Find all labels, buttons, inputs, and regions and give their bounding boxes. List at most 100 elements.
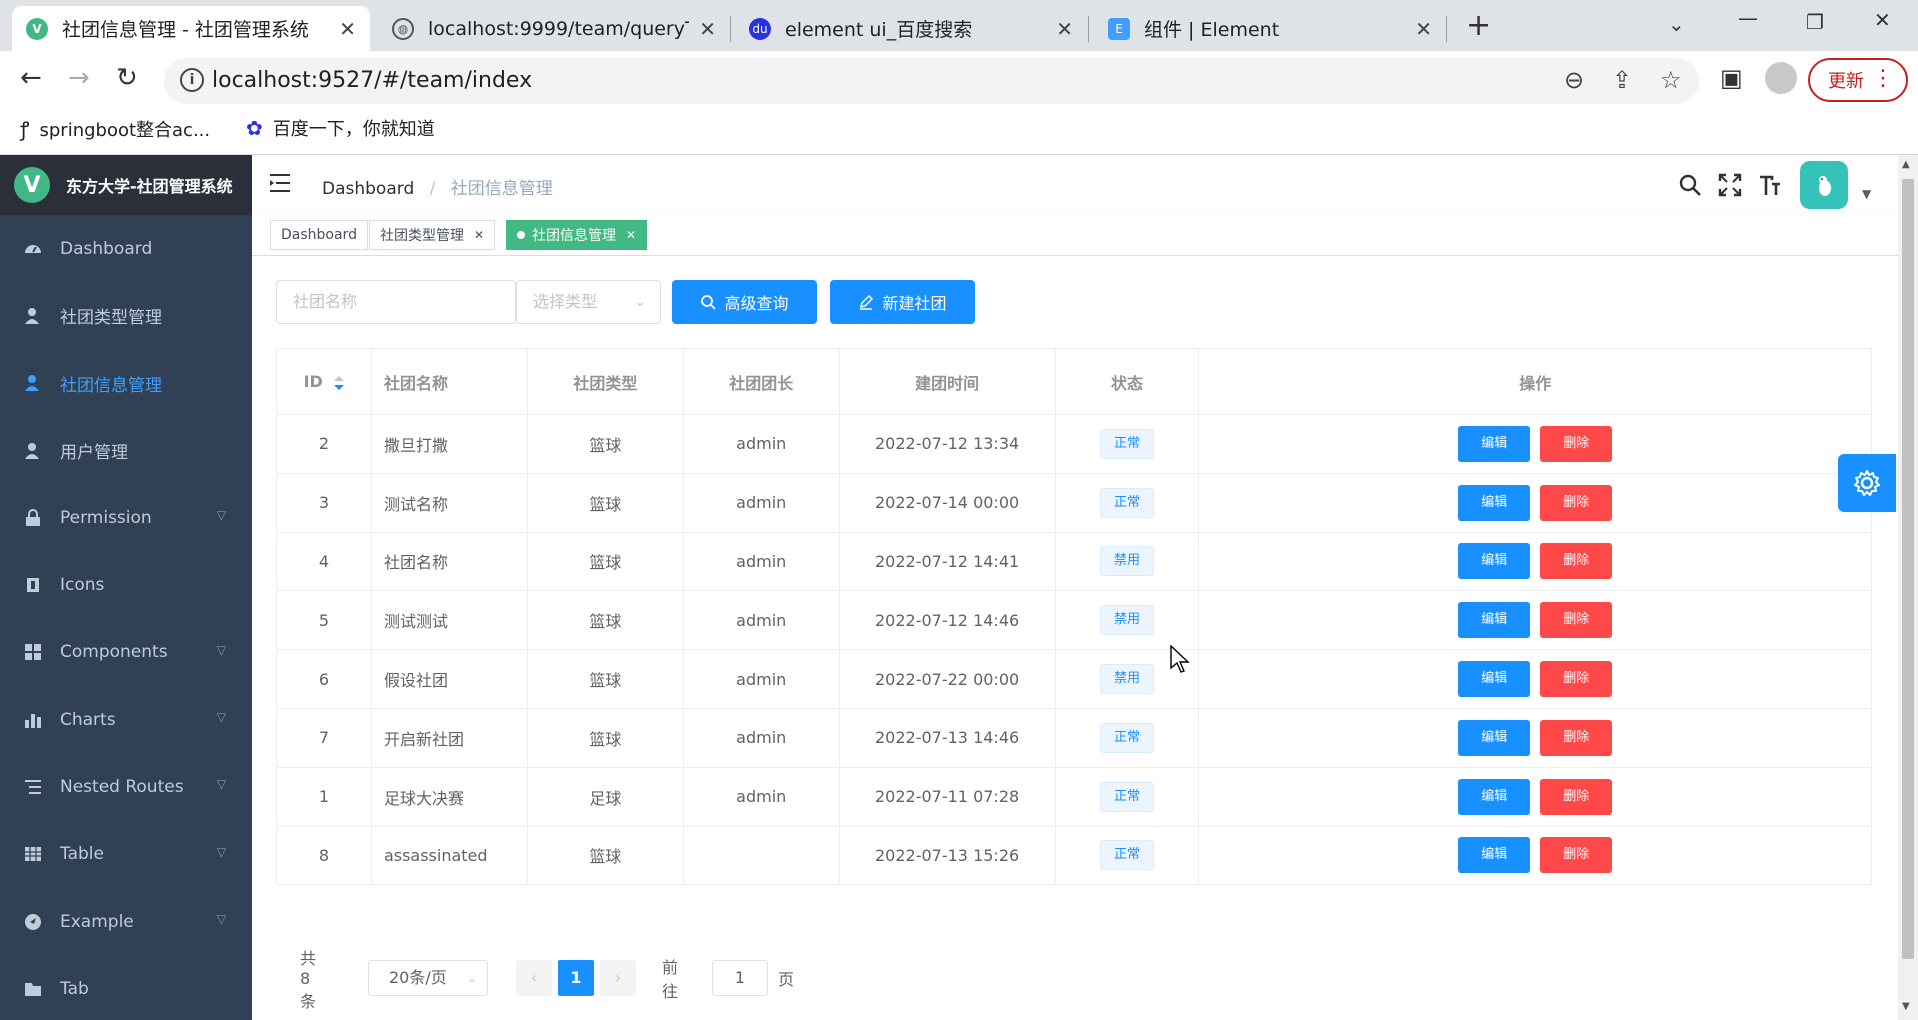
site-info-icon[interactable]: i (180, 68, 204, 92)
user-avatar[interactable] (1800, 161, 1848, 209)
edit-button[interactable]: 编辑 (1458, 719, 1531, 756)
url-text[interactable]: localhost:9527/#/team/index (212, 68, 532, 93)
sidebar-item[interactable]: 社团信息管理 (0, 350, 252, 417)
delete-button[interactable]: 删除 (1540, 719, 1613, 756)
sidebar-item[interactable]: Icons (0, 551, 252, 618)
sidebar-item[interactable]: 社团类型管理 (0, 282, 252, 349)
cell-actions: 编辑 删除 (1198, 414, 1872, 474)
delete-button[interactable]: 删除 (1540, 778, 1613, 815)
close-tab-icon[interactable]: ✕ (1056, 17, 1073, 41)
breadcrumb-dashboard[interactable]: Dashboard (322, 179, 414, 199)
status-badge: 正常 (1099, 781, 1154, 812)
tag-team-info[interactable]: 社团信息管理 ✕ (506, 220, 648, 250)
delete-button[interactable]: 删除 (1540, 661, 1613, 698)
cell-time: 2022-07-14 00:00 (838, 472, 1056, 533)
cell-leader: admin (682, 649, 840, 709)
restore-icon[interactable]: ❐ (1806, 10, 1824, 34)
cell-actions: 编辑 删除 (1198, 531, 1872, 592)
new-tab-plus-icon[interactable]: + (1466, 8, 1491, 43)
delete-button[interactable]: 删除 (1540, 602, 1613, 639)
sidebar-item[interactable]: Nested Routes ▽ (0, 753, 252, 820)
search-icon[interactable] (1678, 173, 1702, 197)
zoom-out-icon[interactable]: ⊖ (1564, 66, 1584, 94)
sidebar-item[interactable]: Dashboard (0, 215, 252, 282)
bookmark-baidu[interactable]: ✿ 百度一下，你就知道 (246, 115, 435, 141)
address-bar[interactable]: i localhost:9527/#/team/index ⊖ ⇪ ☆ (164, 58, 1699, 104)
close-tab-icon[interactable]: ✕ (699, 17, 716, 41)
close-tab-icon[interactable]: ✕ (339, 17, 356, 41)
cell-type: 篮球 (526, 649, 684, 709)
font-size-icon[interactable] (1758, 173, 1782, 197)
page-scrollbar[interactable]: ▲ ▼ (1898, 155, 1918, 1020)
browser-tab[interactable]: E 组件 | Element ✕ (1094, 6, 1446, 51)
user-icon (24, 374, 42, 392)
fullscreen-icon[interactable] (1718, 173, 1742, 197)
delete-button[interactable]: 删除 (1540, 543, 1613, 580)
edit-button[interactable]: 编辑 (1458, 602, 1531, 639)
chevron-down-icon: ▽ (216, 844, 226, 859)
team-name-input[interactable]: 社团名称 (276, 280, 516, 324)
app-logo[interactable]: V 东方大学-社团管理系统 (0, 155, 252, 215)
delete-button[interactable]: 删除 (1540, 484, 1613, 521)
delete-button[interactable]: 删除 (1540, 837, 1613, 874)
col-header-id[interactable]: ID (276, 348, 372, 415)
sidebar-item[interactable]: Table ▽ (0, 821, 252, 888)
browser-tab-active[interactable]: V 社团信息管理 - 社团管理系统 ✕ (12, 6, 370, 51)
sidebar-item[interactable]: Permission ▽ (0, 484, 252, 551)
bookmark-label: springboot整合ac... (39, 119, 211, 141)
delete-button[interactable]: 删除 (1540, 425, 1613, 462)
advanced-search-button[interactable]: 高级查询 (672, 280, 817, 324)
close-window-icon[interactable]: ✕ (1874, 8, 1891, 32)
type-select[interactable]: 选择类型 ⌄ (516, 280, 661, 324)
nested-icon (24, 778, 42, 796)
scroll-up-icon[interactable]: ▲ (1902, 159, 1910, 170)
page-number-1[interactable]: 1 (558, 960, 594, 996)
edit-button[interactable]: 编辑 (1458, 778, 1531, 815)
page-size-select[interactable]: 20条/页 ⌄ (368, 960, 488, 996)
tag-team-type[interactable]: 社团类型管理 ✕ (369, 220, 496, 250)
next-page-button[interactable]: › (600, 960, 636, 996)
menu-dots-icon[interactable]: ⋮ (1872, 66, 1894, 91)
status-badge: 禁用 (1099, 605, 1154, 636)
reload-icon[interactable]: ↻ (116, 63, 138, 93)
side-panel-icon[interactable]: ▣ (1720, 64, 1743, 92)
cell-time: 2022-07-12 14:41 (838, 531, 1056, 592)
chrome-profile-avatar[interactable] (1765, 62, 1797, 94)
cell-actions: 编辑 删除 (1198, 766, 1872, 827)
back-arrow-icon[interactable]: ← (20, 63, 42, 93)
sidebar-item[interactable]: Example ▽ (0, 888, 252, 955)
scroll-down-icon[interactable]: ▼ (1902, 1001, 1910, 1012)
edit-button[interactable]: 编辑 (1458, 837, 1531, 874)
close-tab-icon[interactable]: ✕ (1415, 17, 1432, 41)
share-icon[interactable]: ⇪ (1612, 66, 1632, 94)
browser-tab[interactable]: du element ui_百度搜索 ✕ (735, 6, 1087, 51)
sidebar-item[interactable]: 用户管理 (0, 417, 252, 484)
tab-search-chevron-icon[interactable]: ⌄ (1668, 12, 1685, 36)
edit-button[interactable]: 编辑 (1458, 484, 1531, 521)
bookmark-star-icon[interactable]: ☆ (1660, 66, 1682, 94)
edit-button[interactable]: 编辑 (1458, 543, 1531, 580)
minimize-icon[interactable]: — (1738, 6, 1758, 30)
goto-page-input[interactable]: 1 (712, 960, 768, 996)
header-label: 操作 (1519, 373, 1552, 393)
update-button[interactable]: 更新 ⋮ (1808, 58, 1908, 102)
sidebar-item[interactable]: Tab (0, 955, 252, 1020)
sidebar-item[interactable]: Components ▽ (0, 619, 252, 686)
edit-button[interactable]: 编辑 (1458, 661, 1531, 698)
settings-drawer-button[interactable] (1838, 454, 1896, 512)
scrollbar-thumb[interactable] (1902, 179, 1914, 959)
sidebar-item[interactable]: Charts ▽ (0, 686, 252, 753)
sort-caret-icon[interactable] (334, 375, 345, 390)
total-count: 共 8 条 (300, 948, 317, 1011)
tag-close-icon[interactable]: ✕ (474, 228, 484, 242)
tag-close-icon[interactable]: ✕ (626, 228, 636, 242)
browser-tab[interactable]: ◍ localhost:9999/team/queryTea ✕ (378, 6, 730, 51)
prev-page-button[interactable]: ‹ (516, 960, 552, 996)
create-team-button[interactable]: 新建社团 (830, 280, 975, 324)
caret-down-icon[interactable]: ▼ (1862, 187, 1871, 201)
forward-arrow-icon[interactable]: → (68, 63, 90, 93)
bookmark-springboot[interactable]: ꝭ springboot整合ac... (20, 115, 210, 142)
edit-button[interactable]: 编辑 (1458, 425, 1531, 462)
hamburger-icon[interactable] (270, 172, 292, 194)
tag-dashboard[interactable]: Dashboard (270, 220, 368, 250)
